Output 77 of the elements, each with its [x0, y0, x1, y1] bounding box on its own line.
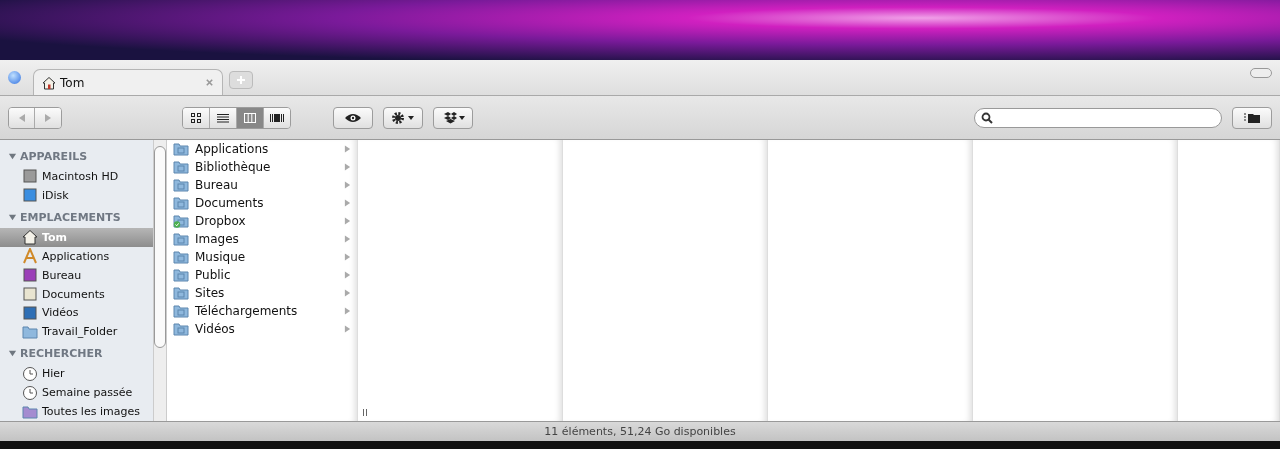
item-icon: [22, 384, 38, 401]
chevron-icon: [344, 181, 351, 189]
folder-row[interactable]: Vidéos: [173, 320, 357, 338]
grid-icon: [189, 111, 203, 124]
search-field[interactable]: [974, 107, 1222, 128]
status-text: 11 éléments, 51,24 Go disponibles: [544, 425, 736, 438]
right-triangle-icon: [43, 112, 53, 123]
item-icon: [22, 187, 38, 204]
item-icon: [22, 323, 38, 340]
folder-icon: [1243, 111, 1261, 124]
home-icon: [42, 75, 56, 90]
sidebar-item[interactable]: Vidéos: [0, 303, 153, 323]
item-icon: [22, 403, 38, 420]
sidebar-item[interactable]: Macintosh HD: [0, 167, 153, 186]
chevron-icon: [344, 289, 351, 297]
chevron-icon: [344, 145, 351, 153]
chevron-icon: [344, 325, 351, 333]
finder-tab[interactable]: Tom: [33, 69, 223, 95]
coverflow-icon: [270, 111, 284, 124]
folder-row[interactable]: Applications: [173, 140, 357, 158]
chevron-icon: [344, 217, 351, 225]
view-mode-button[interactable]: [264, 107, 290, 128]
resize-handle-icon[interactable]: [363, 409, 367, 416]
sidebar-heading: EMPLACEMENTS: [20, 210, 121, 224]
sidebar-item[interactable]: Documents: [0, 284, 153, 304]
item-icon: [22, 365, 38, 382]
item-icon: [22, 286, 38, 302]
item-icon: [22, 267, 38, 284]
folder-row[interactable]: Téléchargements: [173, 302, 357, 320]
sidebar-item[interactable]: Travail_Folder: [0, 322, 153, 342]
folder-row[interactable]: Dropbox: [173, 212, 357, 230]
sidebar-item[interactable]: Bureau: [0, 265, 153, 285]
item-icon: [22, 229, 38, 246]
folder-row[interactable]: Bureau: [173, 176, 357, 194]
sidebar-heading: RECHERCHER: [20, 347, 103, 361]
chevron-icon: [344, 271, 351, 279]
sidebar-item[interactable]: Semaine passée: [0, 383, 153, 403]
disclosure-triangle-icon[interactable]: [8, 152, 17, 161]
disclosure-triangle-icon[interactable]: [8, 349, 17, 359]
back-button[interactable]: [9, 107, 35, 128]
sidebar-item[interactable]: Applications: [0, 246, 153, 266]
forward-button[interactable]: [35, 107, 61, 128]
chevron-icon: [344, 163, 351, 171]
sidebar-heading: APPAREILS: [20, 150, 88, 163]
quick-look-button[interactable]: [333, 106, 373, 129]
columns-icon: [243, 111, 257, 124]
action-menu-button[interactable]: [383, 106, 423, 129]
list-icon: [216, 111, 230, 124]
item-icon: [22, 304, 38, 321]
folder-row[interactable]: Public: [173, 266, 357, 284]
item-icon: [22, 248, 38, 265]
scrollbar[interactable]: [153, 140, 167, 421]
search-icon: [981, 111, 993, 124]
view-mode-button[interactable]: [183, 107, 210, 128]
sidebar-item[interactable]: iDisk: [0, 185, 153, 205]
eye-icon: [344, 112, 362, 123]
close-icon[interactable]: [205, 78, 214, 87]
dropbox-menu-button[interactable]: [433, 106, 473, 129]
chevron-icon: [344, 307, 351, 315]
sidebar-item[interactable]: Toutes les images: [0, 402, 153, 421]
folder-row[interactable]: Musique: [173, 248, 357, 266]
sidebar-item[interactable]: Hier: [0, 364, 153, 384]
folder-row[interactable]: Documents: [173, 194, 357, 212]
path-button[interactable]: [1232, 106, 1272, 129]
gear-icon: [391, 110, 415, 125]
disclosure-triangle-icon[interactable]: [8, 212, 17, 222]
chevron-icon: [344, 235, 351, 243]
window-orb-icon[interactable]: [8, 71, 21, 84]
folder-row[interactable]: Sites: [173, 284, 357, 302]
chevron-icon: [344, 253, 351, 261]
chevron-icon: [344, 199, 351, 207]
view-mode-button[interactable]: [210, 107, 237, 128]
folder-row[interactable]: Bibliothèque: [173, 158, 357, 176]
plus-icon: [236, 75, 246, 85]
toolbar-toggle-button[interactable]: [1250, 67, 1272, 78]
item-icon: [22, 168, 38, 185]
folder-row[interactable]: Images: [173, 230, 357, 248]
